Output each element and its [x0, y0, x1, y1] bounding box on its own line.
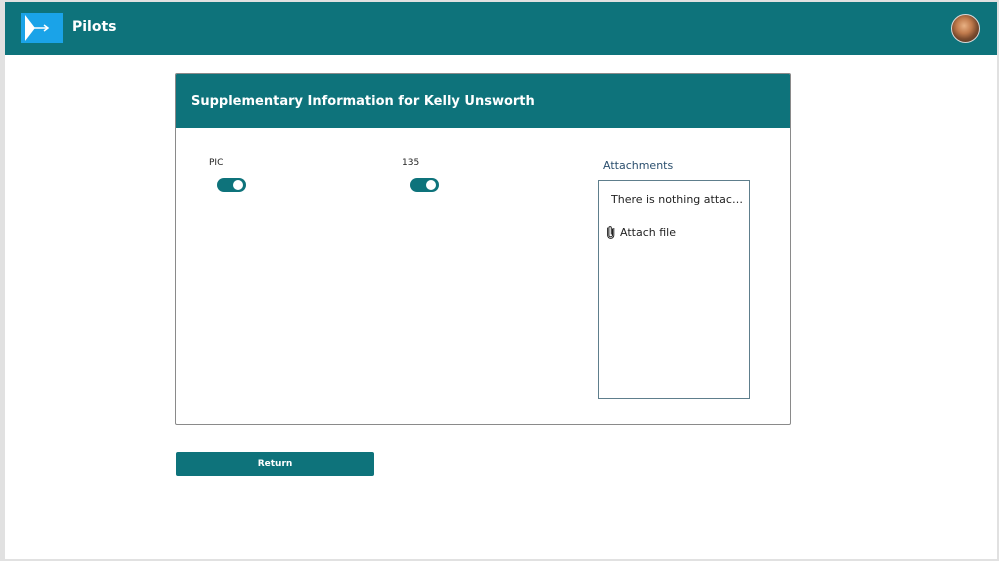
toggle-knob — [426, 180, 436, 190]
paperclip-icon — [607, 226, 615, 239]
attachments-label: Attachments — [603, 159, 674, 172]
toggle-135[interactable] — [410, 178, 439, 192]
app-frame: Pilots Supplementary Information for Kel… — [5, 2, 997, 559]
card-header: Supplementary Information for Kelly Unsw… — [176, 74, 790, 128]
toggle-pic[interactable] — [217, 178, 246, 192]
attach-file-link[interactable]: Attach file — [606, 225, 676, 239]
app-header: Pilots — [5, 2, 997, 55]
airplane-logo-icon[interactable] — [21, 13, 63, 43]
attach-file-label: Attach file — [620, 225, 676, 239]
toggle-label-135: 135 — [402, 158, 420, 168]
attachments-box: There is nothing attached. Attach file — [598, 180, 750, 399]
app-title: Pilots — [72, 19, 117, 35]
return-button[interactable]: Return — [176, 452, 374, 476]
attachments-empty-text: There is nothing attached. — [611, 193, 745, 206]
card-title: Supplementary Information for Kelly Unsw… — [191, 94, 535, 109]
user-avatar[interactable] — [951, 14, 980, 43]
supplementary-info-card: Supplementary Information for Kelly Unsw… — [175, 73, 791, 425]
toggle-label-pic: PIC — [209, 158, 224, 168]
toggle-knob — [233, 180, 243, 190]
